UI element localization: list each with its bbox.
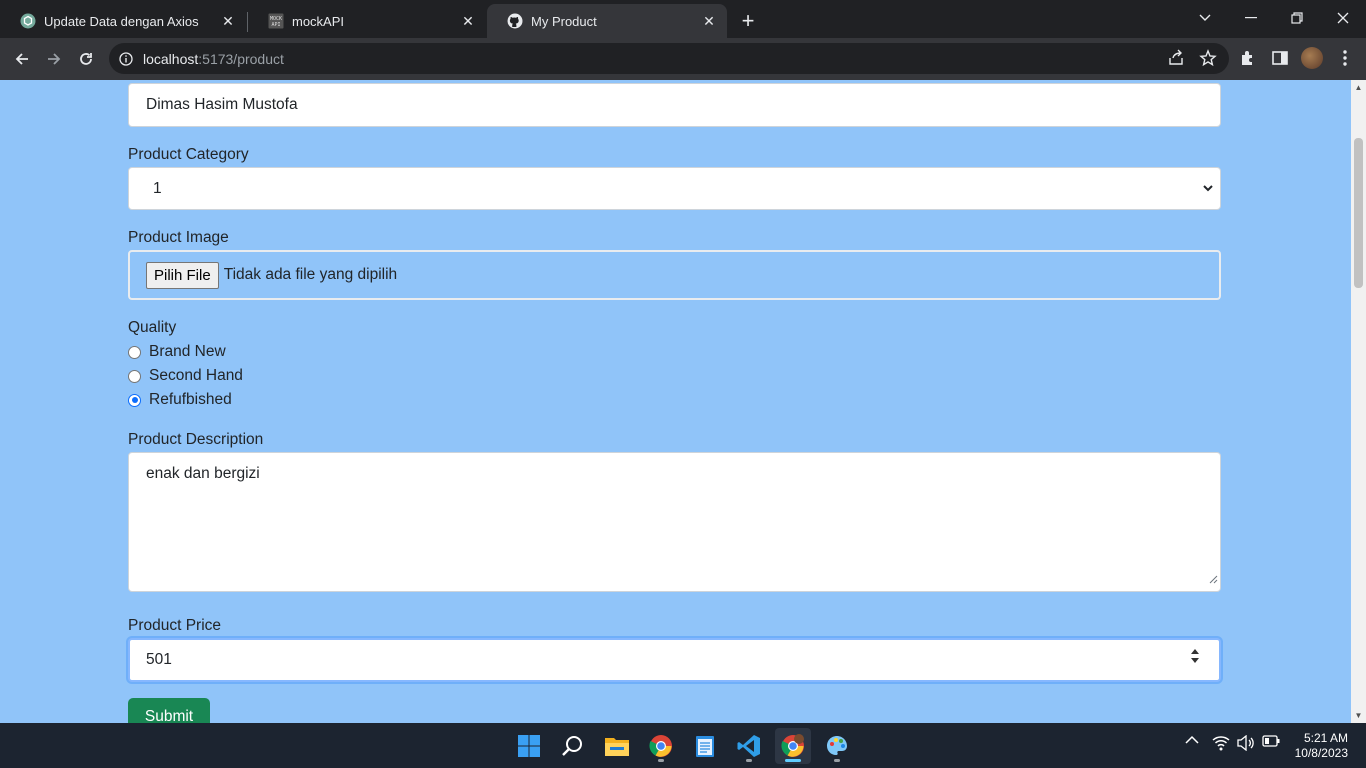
chrome-icon[interactable] (643, 728, 679, 764)
url-host: localhost (143, 50, 199, 67)
profile-avatar[interactable] (1300, 46, 1324, 70)
quality-option-brand-new[interactable]: Brand New (128, 343, 226, 361)
close-tab-icon[interactable]: ✕ (460, 13, 476, 29)
scroll-up-icon[interactable]: ▲ (1354, 83, 1363, 92)
close-tab-icon[interactable]: ✕ (701, 13, 717, 29)
radio-refurbished[interactable] (128, 393, 141, 407)
back-icon[interactable] (9, 46, 35, 72)
tab-search-icon[interactable] (1182, 0, 1228, 36)
browser-toolbar: localhost:5173/product (0, 38, 1366, 80)
vscode-icon[interactable] (731, 728, 767, 764)
url-path: :5173/product (198, 50, 284, 67)
chevron-down-icon (1202, 181, 1214, 199)
resize-grip-icon[interactable] (1209, 571, 1218, 589)
address-bar[interactable]: localhost:5173/product (109, 43, 1229, 74)
side-panel-icon[interactable] (1268, 46, 1292, 70)
page-scrollbar[interactable]: ▲ ▼ (1351, 80, 1366, 723)
file-status-text: Tidak ada file yang dipilih (223, 266, 398, 283)
spin-up-icon[interactable] (1191, 649, 1199, 655)
running-indicator (746, 759, 752, 762)
notepad-icon[interactable] (687, 728, 723, 764)
show-hidden-icons-icon[interactable] (1185, 735, 1199, 745)
quality-option-refurbished[interactable]: Refufbished (128, 391, 232, 409)
github-icon (507, 13, 523, 29)
radio-label: Brand New (149, 343, 226, 360)
product-category-value: 1 (153, 179, 162, 197)
wifi-icon[interactable] (1212, 735, 1230, 751)
file-explorer-icon[interactable] (599, 728, 635, 764)
restore-icon[interactable] (1274, 0, 1320, 36)
spin-down-icon[interactable] (1191, 658, 1199, 664)
running-indicator (658, 759, 664, 762)
reload-icon[interactable] (73, 46, 99, 72)
extensions-icon[interactable] (1236, 46, 1260, 70)
product-name-value: Dimas Hasim Mustofa (146, 96, 298, 113)
close-window-icon[interactable] (1320, 0, 1366, 36)
choose-file-button[interactable]: Pilih File (146, 261, 219, 289)
clock-time: 5:21 AM (1303, 731, 1348, 745)
radio-label: Refufbished (149, 391, 232, 408)
product-image-file-input[interactable]: Pilih File Tidak ada file yang dipilih (128, 250, 1221, 300)
battery-icon[interactable] (1262, 735, 1280, 747)
chrome-profile-icon[interactable] (775, 728, 811, 764)
chatgpt-icon (20, 13, 36, 29)
product-image-label: Product Image (128, 229, 229, 246)
volume-icon[interactable] (1237, 735, 1255, 751)
active-indicator (785, 759, 801, 762)
radio-second-hand[interactable] (128, 369, 141, 383)
product-price-value: 501 (146, 651, 172, 668)
running-indicator (834, 759, 840, 762)
quality-label: Quality (128, 319, 177, 336)
scroll-down-icon[interactable]: ▼ (1354, 711, 1363, 720)
paint-icon[interactable] (819, 728, 855, 764)
product-description-label: Product Description (128, 431, 264, 448)
mockapi-icon: MOCK API (268, 13, 284, 29)
tab-my-product[interactable]: My Product ✕ (487, 4, 727, 38)
minimize-icon[interactable] (1228, 0, 1274, 36)
forward-icon[interactable] (41, 46, 67, 72)
clock-date: 10/8/2023 (1294, 746, 1348, 760)
number-spinner[interactable] (1191, 649, 1199, 664)
product-description-value: enak dan bergizi (146, 465, 260, 482)
system-clock[interactable]: 5:21 AM 10/8/2023 (1295, 731, 1348, 761)
windows-taskbar: 5:21 AM 10/8/2023 (0, 723, 1366, 768)
submit-button[interactable]: Submit (128, 698, 210, 723)
search-icon[interactable] (555, 728, 591, 764)
product-category-select[interactable]: 1 (128, 167, 1221, 210)
start-icon[interactable] (511, 728, 547, 764)
product-name-input[interactable]: Dimas Hasim Mustofa (128, 83, 1221, 127)
page-viewport: Dimas Hasim Mustofa Product Category 1 P… (0, 80, 1351, 723)
share-icon[interactable] (1167, 49, 1185, 67)
tab-title: Update Data dengan Axios (44, 13, 199, 29)
menu-kebab-icon[interactable] (1333, 46, 1357, 70)
tab-mockapi[interactable]: MOCK API mockAPI ✕ (248, 4, 486, 38)
quality-option-second-hand[interactable]: Second Hand (128, 367, 243, 385)
product-price-input[interactable]: 501 (128, 638, 1221, 682)
tab-strip: Update Data dengan Axios ✕ MOCK API mockA… (0, 0, 1366, 38)
site-info-icon[interactable] (119, 51, 133, 66)
close-tab-icon[interactable]: ✕ (220, 13, 236, 29)
svg-text:API: API (271, 22, 280, 28)
product-price-label: Product Price (128, 617, 222, 634)
scroll-thumb[interactable] (1354, 138, 1363, 288)
radio-brand-new[interactable] (128, 345, 141, 359)
tab-title: My Product (531, 13, 597, 29)
bookmark-star-icon[interactable] (1199, 49, 1217, 67)
product-category-label: Product Category (128, 146, 249, 163)
product-description-textarea[interactable]: enak dan bergizi (128, 452, 1221, 592)
radio-label: Second Hand (149, 367, 243, 384)
tab-title: mockAPI (292, 13, 345, 29)
new-tab-icon[interactable]: + (735, 8, 761, 34)
tab-update-data[interactable]: Update Data dengan Axios ✕ (0, 4, 246, 38)
